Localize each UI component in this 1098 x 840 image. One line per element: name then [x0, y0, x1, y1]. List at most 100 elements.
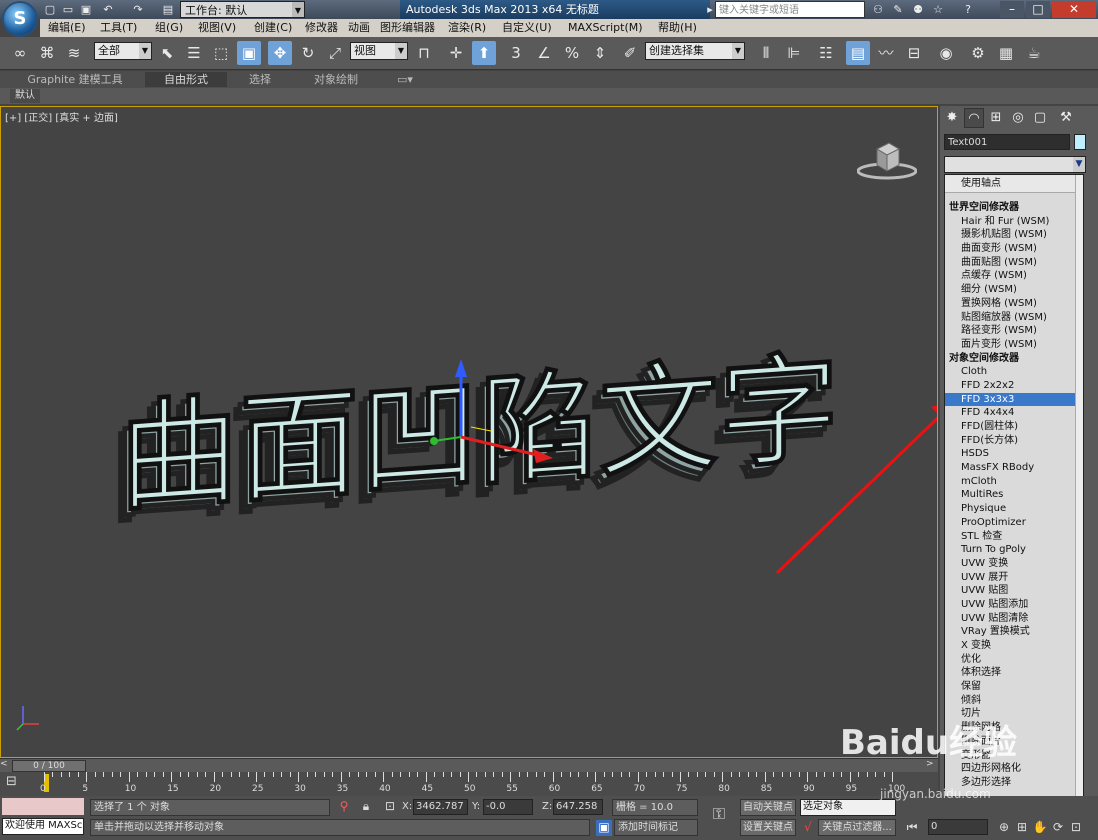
time-prev-icon[interactable]: <	[0, 759, 10, 772]
pan-icon[interactable]: ✋	[1032, 820, 1048, 836]
modifier-list-item[interactable]: UVW 贴图添加	[945, 598, 1083, 612]
hierarchy-tab-icon[interactable]: ⊞	[986, 108, 1006, 128]
utilities-tab-icon[interactable]: ⚒	[1056, 108, 1076, 128]
modifier-list-item[interactable]: ProOptimizer	[945, 516, 1083, 530]
object-color-swatch[interactable]	[1074, 134, 1086, 150]
modifier-list-item[interactable]: FFD 4x4x4	[945, 406, 1083, 420]
curve-editor-mini-icon[interactable]: ⊟	[6, 774, 26, 792]
binoculars-icon[interactable]: ⚇	[870, 2, 886, 17]
modifier-list-item[interactable]: FFD 3x3x3	[945, 392, 1083, 407]
modifier-list-item[interactable]: MultiRes	[945, 488, 1083, 502]
modifier-list-item[interactable]: Physique	[945, 502, 1083, 516]
keyboard-shortcut-toggle-icon[interactable]: ⬆	[472, 41, 496, 65]
maxscript-listener-mini[interactable]	[2, 798, 84, 815]
auto-key-button[interactable]: 自动关键点	[740, 799, 796, 816]
star-icon[interactable]: ☆	[930, 2, 946, 17]
ribbon-options-icon[interactable]: ▭▾	[390, 72, 420, 87]
ribbon-default-label[interactable]: 默认	[10, 89, 40, 103]
render-teapot-icon[interactable]: ☕	[1022, 41, 1046, 65]
select-manipulate-icon[interactable]: ✛	[444, 41, 468, 65]
go-to-start-icon[interactable]: ⏮	[904, 820, 920, 836]
spinner-snap-icon[interactable]: ⇕	[588, 41, 612, 65]
modifier-list-item[interactable]: 保留	[945, 680, 1083, 694]
modifier-list-item[interactable]: mCloth	[945, 475, 1083, 489]
layer-manager-icon[interactable]: ☷	[814, 41, 838, 65]
pivot-center-icon[interactable]: ⊓	[412, 41, 436, 65]
select-and-scale-icon[interactable]: ⤢	[323, 41, 347, 65]
rendered-frame-icon[interactable]: ▦	[994, 41, 1018, 65]
curve-editor-icon[interactable]: 〰	[874, 41, 898, 65]
modifier-list-item[interactable]: UVW 展开	[945, 571, 1083, 585]
modifier-list-item[interactable]: Hair 和 Fur (WSM)	[945, 215, 1083, 229]
undo-icon[interactable]: ↶	[100, 2, 116, 17]
modifier-list-item[interactable]: 体积选择	[945, 666, 1083, 680]
unlink-icon[interactable]: ⌘	[35, 41, 59, 65]
modifier-list-item[interactable]: X 变换	[945, 639, 1083, 653]
people-icon[interactable]: ⚉	[910, 2, 926, 17]
edit-named-selection-icon[interactable]: ✐	[618, 41, 642, 65]
menu-views[interactable]: 视图(V)	[198, 19, 236, 37]
snaps-toggle-icon[interactable]: 3	[504, 41, 528, 65]
menu-tools[interactable]: 工具(T)	[100, 19, 137, 37]
add-time-tag-button[interactable]: 添加时间标记	[614, 819, 698, 836]
render-setup-icon[interactable]: ⚙	[966, 41, 990, 65]
tab-selection[interactable]: 选择	[228, 72, 292, 87]
modifier-list-item[interactable]: 面片变形 (WSM)	[945, 338, 1083, 352]
maximize-viewport-icon[interactable]: ⊡	[1068, 820, 1084, 836]
menu-create[interactable]: 创建(C)	[254, 19, 292, 37]
align-icon[interactable]: ⊫	[782, 41, 806, 65]
material-editor-icon[interactable]: ◉	[934, 41, 958, 65]
menu-edit[interactable]: 编辑(E)	[48, 19, 86, 37]
modifier-list-scrollbar[interactable]	[1075, 175, 1083, 816]
modifier-list-item[interactable]: UVW 贴图清除	[945, 612, 1083, 626]
modifier-list-item[interactable]: 倾斜	[945, 694, 1083, 708]
modifier-list-item[interactable]: 贴图缩放器 (WSM)	[945, 311, 1083, 325]
zoom-icon[interactable]: ⊕	[996, 820, 1012, 836]
time-slider-thumb[interactable]: 0 / 100	[12, 760, 86, 772]
z-coordinate-field[interactable]: 647.258	[553, 799, 603, 815]
time-tag-icon[interactable]: ▣	[596, 820, 612, 836]
modifier-list-item[interactable]: HSDS	[945, 447, 1083, 461]
modifier-list-item[interactable]: 优化	[945, 653, 1083, 667]
modifier-list-item[interactable]: 曲面变形 (WSM)	[945, 242, 1083, 256]
schematic-view-icon[interactable]: ⊟	[902, 41, 926, 65]
selection-lock-icon[interactable]: 🔒︎	[358, 799, 374, 815]
wrench-icon[interactable]: ✎	[890, 2, 906, 17]
select-object-icon[interactable]: ⬉	[155, 41, 179, 65]
modifier-list-item[interactable]: FFD 2x2x2	[945, 379, 1083, 393]
menu-customize[interactable]: 自定义(U)	[502, 19, 552, 37]
menu-rendering[interactable]: 渲染(R)	[448, 19, 486, 37]
menu-help[interactable]: 帮助(H)	[658, 19, 697, 37]
named-selection-dropdown[interactable]: 创建选择集 ▼	[645, 42, 745, 60]
menu-maxscript[interactable]: MAXScript(M)	[568, 19, 643, 37]
maximize-button[interactable]: □	[1026, 1, 1050, 18]
close-button[interactable]: ✕	[1052, 1, 1096, 18]
modifier-list-item[interactable]: 置换网格 (WSM)	[945, 297, 1083, 311]
selection-filter-dropdown[interactable]: 全部 ▼	[94, 42, 152, 60]
key-icon[interactable]: ⚿	[704, 804, 734, 828]
new-file-icon[interactable]: ▢	[42, 2, 58, 17]
redo-icon[interactable]: ↷	[130, 2, 146, 17]
modifier-list-item[interactable]: FFD(圆柱体)	[945, 420, 1083, 434]
modifier-list-item[interactable]: 摄影机贴图 (WSM)	[945, 228, 1083, 242]
project-folder-icon[interactable]: ▤	[160, 2, 176, 17]
modifier-list-item[interactable]: 路径变形 (WSM)	[945, 324, 1083, 338]
use-pivot-button[interactable]: 使用轴点	[945, 175, 1083, 193]
app-logo[interactable]: S	[2, 1, 38, 37]
modifier-list-item[interactable]: UVW 贴图	[945, 584, 1083, 598]
open-file-icon[interactable]: ▭	[60, 2, 76, 17]
reference-coordinate-dropdown[interactable]: 视图 ▼	[350, 42, 408, 60]
tab-freeform[interactable]: 自由形式	[145, 72, 227, 87]
modifier-list-item[interactable]: 细分 (WSM)	[945, 283, 1083, 297]
key-filters-button[interactable]: 关键点过滤器...	[818, 819, 896, 836]
window-crossing-icon[interactable]: ▣	[237, 41, 261, 65]
set-key-button[interactable]: 设置关键点	[740, 819, 796, 836]
modifier-list-item[interactable]: 曲面贴图 (WSM)	[945, 256, 1083, 270]
x-coordinate-field[interactable]: 3462.787	[413, 799, 468, 815]
modifier-list-item[interactable]: MassFX RBody	[945, 461, 1083, 475]
modifier-list-item[interactable]: 点缓存 (WSM)	[945, 269, 1083, 283]
rectangular-selection-icon[interactable]: ⬚	[209, 41, 233, 65]
help-icon[interactable]: ?	[960, 2, 976, 17]
select-and-rotate-icon[interactable]: ↻	[296, 41, 320, 65]
current-frame-field[interactable]: 0	[928, 819, 988, 835]
